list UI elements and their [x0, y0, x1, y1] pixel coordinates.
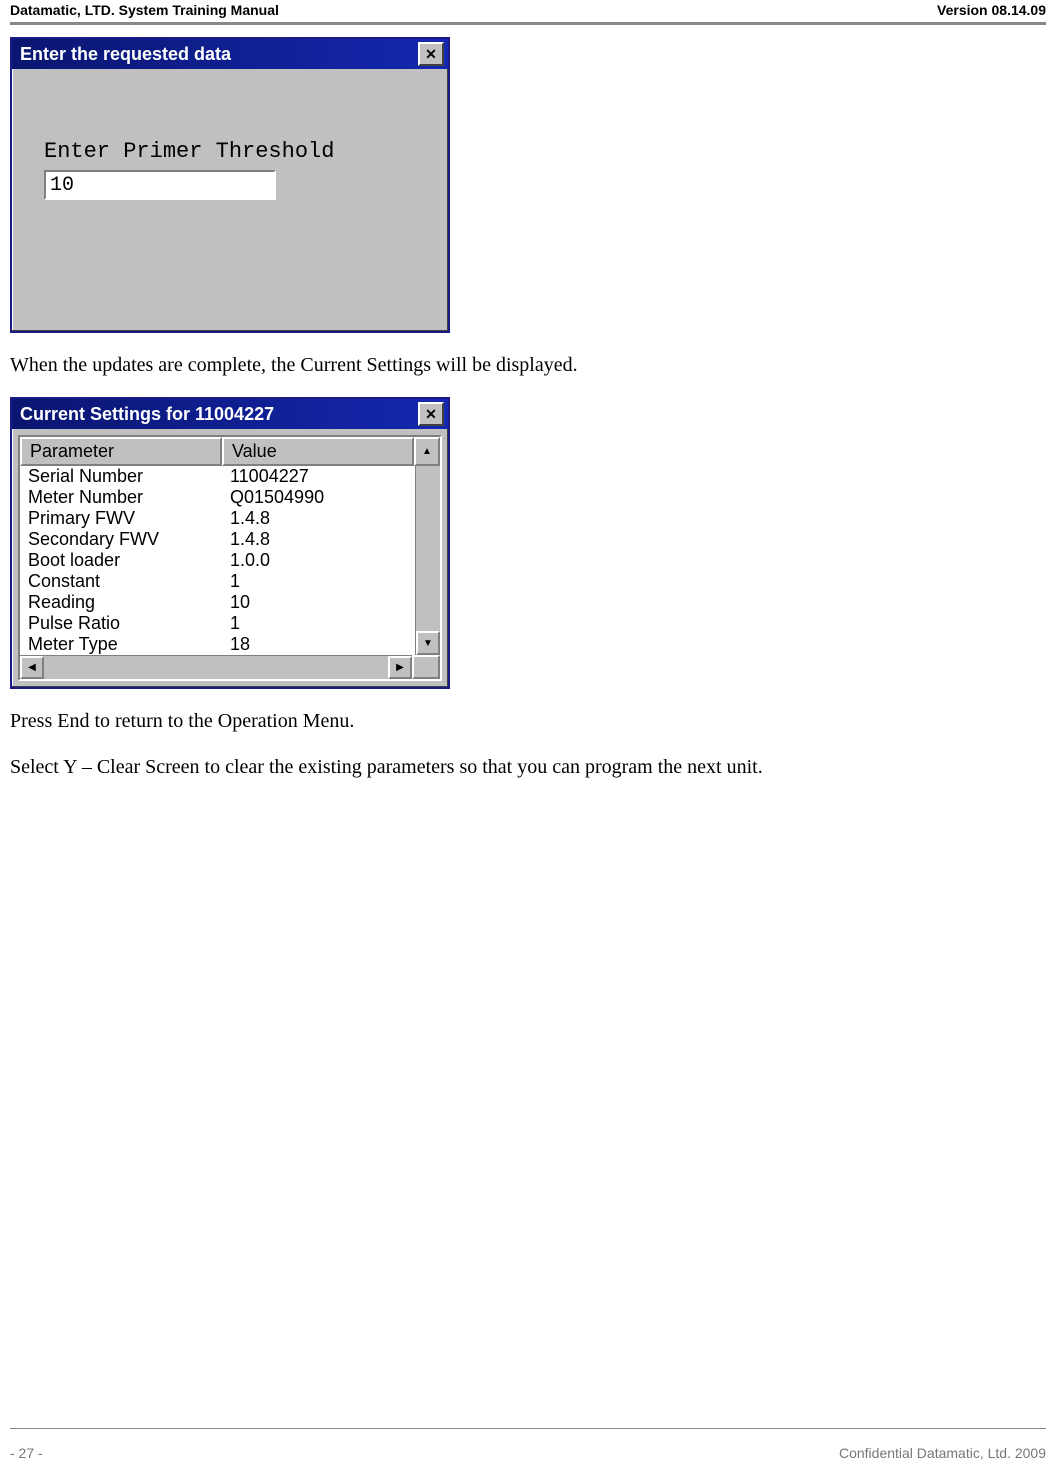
- value-cell: 1: [226, 571, 415, 592]
- dialog1-title: Enter the requested data: [20, 44, 231, 65]
- body-text-2: Press End to return to the Operation Men…: [10, 707, 1046, 735]
- dialog2-titlebar: Current Settings for 11004227 ✕: [12, 399, 448, 429]
- table-row[interactable]: Secondary FWV1.4.8: [20, 529, 415, 550]
- parameter-cell: Secondary FWV: [20, 529, 226, 550]
- parameter-cell: Serial Number: [20, 466, 226, 487]
- settings-grid-body: Serial Number11004227Meter NumberQ015049…: [20, 466, 415, 655]
- dialog1-titlebar: Enter the requested data ✕: [12, 39, 448, 69]
- parameter-cell: Boot loader: [20, 550, 226, 571]
- parameter-cell: Reading: [20, 592, 226, 613]
- table-row[interactable]: Boot loader1.0.0: [20, 550, 415, 571]
- table-row[interactable]: Constant1: [20, 571, 415, 592]
- column-header-parameter[interactable]: Parameter: [20, 437, 222, 466]
- body-text-1: When the updates are complete, the Curre…: [10, 351, 1046, 379]
- settings-grid: Parameter Value ▲ Serial Number11004227M…: [18, 435, 442, 681]
- parameter-cell: Pulse Ratio: [20, 613, 226, 634]
- parameter-cell: Meter Number: [20, 487, 226, 508]
- primer-threshold-label: Enter Primer Threshold: [44, 139, 448, 164]
- scroll-right-button[interactable]: ▶: [388, 656, 412, 679]
- header-right: Version 08.14.09: [937, 2, 1046, 18]
- value-cell: 1.4.8: [226, 508, 415, 529]
- close-icon[interactable]: ✕: [418, 42, 444, 66]
- value-cell: 18: [226, 634, 415, 655]
- value-cell: 1.4.8: [226, 529, 415, 550]
- parameter-cell: Constant: [20, 571, 226, 592]
- scroll-down-button[interactable]: ▼: [416, 631, 440, 655]
- body-text-3: Select Y – Clear Screen to clear the exi…: [10, 753, 1046, 781]
- dialog2-title: Current Settings for 11004227: [20, 404, 274, 425]
- vertical-scrollbar[interactable]: ▼: [415, 466, 440, 655]
- header-rule: [10, 22, 1046, 25]
- table-row[interactable]: Meter NumberQ01504990: [20, 487, 415, 508]
- scrollbar-corner: [412, 655, 440, 679]
- value-cell: 1.0.0: [226, 550, 415, 571]
- table-row[interactable]: Primary FWV1.4.8: [20, 508, 415, 529]
- horizontal-scrollbar[interactable]: ◀ ▶: [20, 655, 412, 679]
- scroll-left-button[interactable]: ◀: [20, 656, 44, 679]
- close-icon[interactable]: ✕: [418, 402, 444, 426]
- header-left: Datamatic, LTD. System Training Manual: [10, 2, 279, 18]
- footer-rule: [10, 1428, 1046, 1429]
- dialog-current-settings: Current Settings for 11004227 ✕ Paramete…: [10, 397, 450, 689]
- parameter-cell: Meter Type: [20, 634, 226, 655]
- dialog-enter-data: Enter the requested data ✕ Enter Primer …: [10, 37, 450, 333]
- value-cell: 11004227: [226, 466, 415, 487]
- value-cell: 10: [226, 592, 415, 613]
- table-row[interactable]: Serial Number11004227: [20, 466, 415, 487]
- parameter-cell: Primary FWV: [20, 508, 226, 529]
- value-cell: 1: [226, 613, 415, 634]
- table-row[interactable]: Pulse Ratio1: [20, 613, 415, 634]
- page-number: - 27 -: [10, 1445, 43, 1461]
- scroll-up-button[interactable]: ▲: [414, 437, 440, 466]
- confidential-notice: Confidential Datamatic, Ltd. 2009: [839, 1445, 1046, 1461]
- column-header-value[interactable]: Value: [222, 437, 414, 466]
- table-row[interactable]: Meter Type18: [20, 634, 415, 655]
- primer-threshold-input[interactable]: [44, 170, 276, 200]
- table-row[interactable]: Reading10: [20, 592, 415, 613]
- value-cell: Q01504990: [226, 487, 415, 508]
